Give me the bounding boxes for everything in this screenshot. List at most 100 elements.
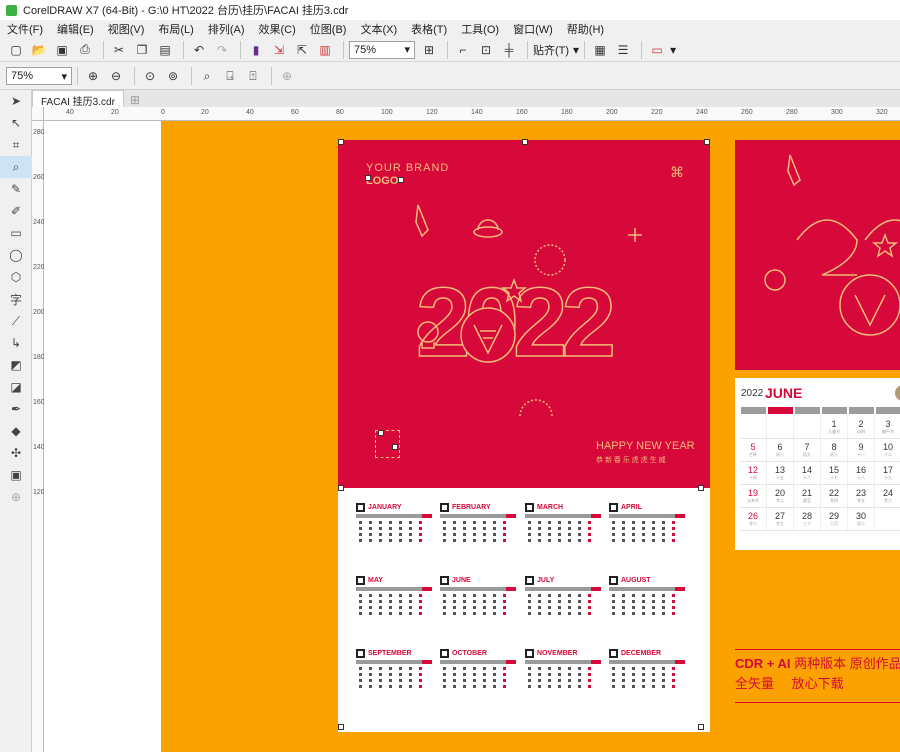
- selection-handle[interactable]: [698, 724, 704, 730]
- paste-icon[interactable]: ▤: [155, 40, 175, 60]
- crop-tool-icon[interactable]: ⌗: [0, 134, 32, 156]
- menu-window[interactable]: 窗口(W): [506, 21, 560, 37]
- undo-icon[interactable]: ↶: [189, 40, 209, 60]
- add-tool-icon[interactable]: ⊕: [0, 486, 32, 508]
- tiger-icon: [460, 307, 516, 363]
- menu-arrange[interactable]: 排列(A): [201, 21, 252, 37]
- new-document-icon[interactable]: ▢: [6, 40, 26, 60]
- add-tab-icon[interactable]: ⊞: [130, 93, 140, 107]
- print-icon[interactable]: ⎙: [75, 40, 95, 60]
- save-icon[interactable]: ▣: [52, 40, 72, 60]
- lunar-date: 初九: [803, 452, 811, 457]
- drawing-canvas[interactable]: YOUR BRAND LOGO ⌘ 2022 HAPPY NEW YEAR 恭 …: [44, 121, 900, 752]
- selection-node[interactable]: [392, 444, 398, 450]
- calendar-cover[interactable]: YOUR BRAND LOGO ⌘ 2022 HAPPY NEW YEAR 恭 …: [338, 139, 710, 488]
- selection-handle[interactable]: [698, 485, 704, 491]
- june-calendar[interactable]: 2022 JUNE 06 1儿童节2初四3端午节4初六5芒种6初八7初九8初十9…: [735, 378, 900, 550]
- connector-tool-icon[interactable]: ↳: [0, 332, 32, 354]
- ellipse-tool-icon[interactable]: ◯: [0, 244, 32, 266]
- lunar-date: 十六: [803, 475, 811, 480]
- drop-shadow-tool-icon[interactable]: ◩: [0, 354, 32, 376]
- export-icon[interactable]: ⇱: [292, 40, 312, 60]
- menu-file[interactable]: 文件(F): [0, 21, 50, 37]
- color-eyedropper-tool-icon[interactable]: ✒: [0, 398, 32, 420]
- selection-handle[interactable]: [338, 485, 344, 491]
- month-icon: [609, 502, 618, 512]
- options-icon[interactable]: ☰: [613, 40, 633, 60]
- menu-tools[interactable]: 工具(O): [454, 21, 506, 37]
- zoom-in-icon[interactable]: ⊕: [83, 66, 103, 86]
- zoom-to-selected-icon[interactable]: ⊙: [140, 66, 160, 86]
- application-launcher-icon[interactable]: ▭: [647, 40, 667, 60]
- polygon-tool-icon[interactable]: ⬡: [0, 266, 32, 288]
- parallel-dimension-tool-icon[interactable]: ⟋: [0, 310, 32, 332]
- day-number: 13: [774, 465, 785, 475]
- welcome-screen-icon[interactable]: ▦: [590, 40, 610, 60]
- menu-bitmaps[interactable]: 位图(B): [303, 21, 354, 37]
- import-icon[interactable]: ⇲: [269, 40, 289, 60]
- text-tool-icon[interactable]: 字: [0, 288, 32, 310]
- shape-tool-icon[interactable]: ↖: [0, 112, 32, 134]
- day-number: 30: [855, 511, 866, 521]
- document-tab[interactable]: FACAI 挂历3.cdr: [32, 90, 124, 108]
- menu-layout[interactable]: 布局(L): [151, 21, 200, 37]
- zoom-to-page-icon[interactable]: ⌕: [197, 66, 217, 86]
- desk-calendar-cover[interactable]: [735, 140, 900, 370]
- zoom-combo[interactable]: 75% ▾: [6, 67, 72, 85]
- ruler-tick: 180: [561, 109, 573, 116]
- zoom-levels-combo[interactable]: 75% ▾: [349, 40, 415, 59]
- zoom-value: 75%: [354, 43, 377, 56]
- cut-icon[interactable]: ✂: [109, 40, 129, 60]
- search-content-icon[interactable]: ▮: [246, 40, 266, 60]
- smart-fill-tool-icon[interactable]: ✣: [0, 442, 32, 464]
- redo-icon[interactable]: ↷: [212, 40, 232, 60]
- selection-node[interactable]: [378, 430, 384, 436]
- month-name: OCTOBER: [452, 649, 487, 657]
- promo-versions-label: CDR + AI: [735, 656, 791, 671]
- calendar-year: 2022: [741, 388, 764, 399]
- interactive-fill-tool-icon[interactable]: ◆: [0, 420, 32, 442]
- menu-effects[interactable]: 效果(C): [252, 21, 303, 37]
- full-screen-preview-icon[interactable]: ⊞: [419, 40, 439, 60]
- rectangle-tool-icon[interactable]: ▭: [0, 222, 32, 244]
- calendar-day: 12 十四: [740, 462, 767, 485]
- show-grid-icon[interactable]: ⊡: [476, 40, 496, 60]
- freehand-tool-icon[interactable]: ✎: [0, 178, 32, 200]
- menu-view[interactable]: 视图(V): [101, 21, 152, 37]
- pick-tool-icon[interactable]: ➤: [0, 90, 32, 112]
- transparency-tool-icon[interactable]: ◪: [0, 376, 32, 398]
- selection-handle[interactable]: [338, 724, 344, 730]
- month-icon: [609, 575, 618, 585]
- chevron-down-icon[interactable]: ▾: [670, 43, 676, 57]
- chevron-down-icon[interactable]: ▾: [573, 43, 579, 57]
- happy-new-year-text: HAPPY NEW YEAR: [596, 440, 695, 452]
- day-number: 23: [855, 488, 866, 498]
- show-rulers-icon[interactable]: ⌐: [453, 40, 473, 60]
- menu-help[interactable]: 帮助(H): [560, 21, 611, 37]
- artistic-media-tool-icon[interactable]: ✐: [0, 200, 32, 222]
- separator: [447, 40, 448, 59]
- zoom-tool-icon[interactable]: ⌕: [0, 156, 32, 178]
- zoom-to-all-objects-icon[interactable]: ⊚: [163, 66, 183, 86]
- menu-table[interactable]: 表格(T): [404, 21, 454, 37]
- ruler-tick: 280: [786, 109, 798, 116]
- vertical-ruler[interactable]: 280 260 240 220 200 180 160 140 120: [32, 121, 45, 752]
- menu-edit[interactable]: 编辑(E): [50, 21, 101, 37]
- publish-pdf-icon[interactable]: ▥: [315, 40, 335, 60]
- monthly-calendar-page[interactable]: JANUARY FEBRUARY MARCH APRIL MAY JUNE JU…: [338, 485, 710, 732]
- open-icon[interactable]: 📂: [29, 40, 49, 60]
- lunar-date: 十四: [749, 475, 757, 480]
- zoom-out-icon[interactable]: ⊖: [106, 66, 126, 86]
- horizontal-ruler[interactable]: 40 20 0 20 40 60 80 100 120 140 160 180 …: [44, 107, 900, 121]
- zoom-to-page-height-icon[interactable]: ⍐: [243, 66, 263, 86]
- snap-to-button[interactable]: 贴齐(T): [533, 42, 569, 58]
- copy-icon[interactable]: ❐: [132, 40, 152, 60]
- menu-text[interactable]: 文本(X): [353, 21, 404, 37]
- outline-tool-icon[interactable]: ▣: [0, 464, 32, 486]
- add-icon[interactable]: ⊕: [277, 66, 297, 86]
- ruler-tick: 20: [201, 109, 209, 116]
- show-guidelines-icon[interactable]: ╪: [499, 40, 519, 60]
- zoom-to-page-width-icon[interactable]: ⍈: [220, 66, 240, 86]
- ruler-origin[interactable]: [32, 107, 44, 121]
- month-icon: [525, 648, 534, 658]
